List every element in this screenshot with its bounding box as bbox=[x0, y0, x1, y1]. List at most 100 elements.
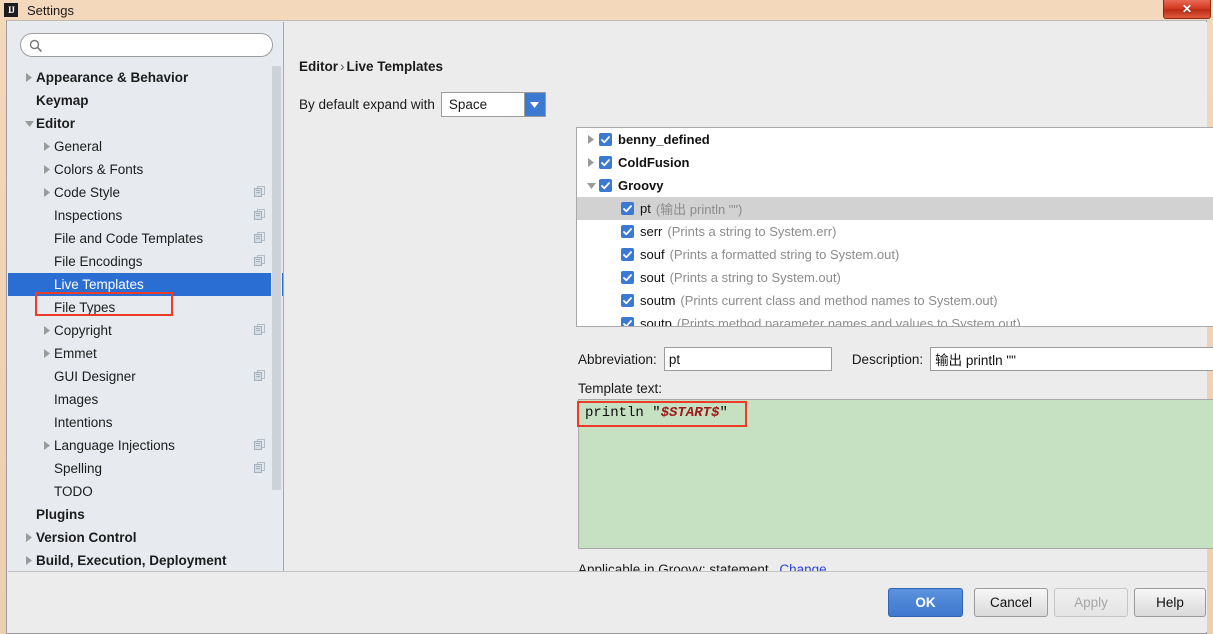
template-enabled-checkbox[interactable] bbox=[599, 133, 612, 146]
breadcrumb-separator: › bbox=[340, 59, 345, 74]
sidebar-item-file-types[interactable]: File Types bbox=[8, 296, 283, 319]
template-name: soutm bbox=[640, 293, 676, 308]
default-expand-select[interactable]: Space bbox=[440, 92, 546, 117]
apply-button: Apply bbox=[1054, 588, 1128, 617]
sidebar-item-emmet[interactable]: Emmet bbox=[8, 342, 283, 365]
template-name: benny_defined bbox=[618, 132, 710, 147]
sidebar-item-label: Images bbox=[54, 392, 99, 407]
sidebar-search[interactable] bbox=[20, 33, 273, 57]
sidebar-item-appearance-behavior[interactable]: Appearance & Behavior bbox=[8, 66, 283, 89]
search-box[interactable] bbox=[20, 33, 273, 57]
breadcrumb-leaf: Live Templates bbox=[346, 59, 444, 74]
template-row[interactable]: Groovy bbox=[577, 174, 1213, 197]
sidebar-item-file-encodings[interactable]: File Encodings bbox=[8, 250, 283, 273]
default-expand-value: Space bbox=[441, 93, 524, 116]
close-window-button[interactable]: ✕ bbox=[1163, 0, 1211, 19]
chevron-right-icon[interactable] bbox=[40, 319, 54, 342]
copy-settings-icon bbox=[254, 255, 266, 267]
template-row[interactable]: sout (Prints a string to System.out) bbox=[577, 266, 1213, 289]
template-enabled-checkbox[interactable] bbox=[621, 271, 634, 284]
sidebar-item-code-style[interactable]: Code Style bbox=[8, 181, 283, 204]
cancel-button[interactable]: Cancel bbox=[974, 588, 1048, 617]
abbreviation-label: Abbreviation: bbox=[578, 351, 657, 367]
template-row[interactable]: souf (Prints a formatted string to System… bbox=[577, 243, 1213, 266]
sidebar-scrollbar[interactable] bbox=[271, 66, 282, 572]
template-enabled-checkbox[interactable] bbox=[621, 248, 634, 261]
chevron-right-icon[interactable] bbox=[22, 526, 36, 549]
sidebar-item-label: Build, Execution, Deployment bbox=[36, 553, 227, 568]
template-row[interactable]: benny_defined bbox=[577, 128, 1213, 151]
chevron-down-icon[interactable] bbox=[22, 112, 36, 135]
settings-sidebar: Appearance & Behavior Keymap Editor General… bbox=[8, 22, 284, 572]
sidebar-item-general[interactable]: General bbox=[8, 135, 283, 158]
chevron-down-icon[interactable] bbox=[523, 93, 545, 116]
window-title: Settings bbox=[27, 2, 74, 18]
sidebar-item-copyright[interactable]: Copyright bbox=[8, 319, 283, 342]
sidebar-item-language-injections[interactable]: Language Injections bbox=[8, 434, 283, 457]
sidebar-item-gui-designer[interactable]: GUI Designer bbox=[8, 365, 283, 388]
sidebar-item-inspections[interactable]: Inspections bbox=[8, 204, 283, 227]
ok-button[interactable]: OK bbox=[888, 588, 963, 617]
templates-panel: benny_defined ColdFusion Groovy pt (输出 print… bbox=[576, 127, 1213, 327]
template-enabled-checkbox[interactable] bbox=[621, 294, 634, 307]
chevron-right-icon[interactable] bbox=[40, 434, 54, 457]
sidebar-item-colors-fonts[interactable]: Colors & Fonts bbox=[8, 158, 283, 181]
sidebar-item-label: File Encodings bbox=[54, 254, 143, 269]
sidebar-item-keymap[interactable]: Keymap bbox=[8, 89, 283, 112]
sidebar-item-version-control[interactable]: Version Control bbox=[8, 526, 283, 549]
description-input[interactable] bbox=[930, 347, 1213, 371]
template-enabled-checkbox[interactable] bbox=[621, 225, 634, 238]
default-expand-row: By default expand with Space bbox=[299, 92, 546, 117]
sidebar-item-label: Copyright bbox=[54, 323, 112, 338]
sidebar-item-spelling[interactable]: Spelling bbox=[8, 457, 283, 480]
templates-list[interactable]: benny_defined ColdFusion Groovy pt (输出 print… bbox=[576, 127, 1213, 327]
template-description: (Prints a string to System.out) bbox=[669, 270, 841, 285]
sidebar-item-label: GUI Designer bbox=[54, 369, 136, 384]
title-bar: IJ Settings ✕ bbox=[0, 0, 1213, 20]
sidebar-item-plugins[interactable]: Plugins bbox=[8, 503, 283, 526]
sidebar-scrollbar-thumb[interactable] bbox=[272, 66, 281, 490]
sidebar-item-label: Live Templates bbox=[54, 277, 144, 292]
template-enabled-checkbox[interactable] bbox=[621, 202, 634, 215]
sidebar-item-images[interactable]: Images bbox=[8, 388, 283, 411]
template-description: (Prints method parameter names and value… bbox=[676, 316, 1021, 327]
template-row[interactable]: pt (输出 println "") bbox=[577, 197, 1213, 220]
sidebar-item-live-templates[interactable]: Live Templates bbox=[8, 273, 283, 296]
template-enabled-checkbox[interactable] bbox=[599, 156, 612, 169]
chevron-right-icon[interactable] bbox=[40, 181, 54, 204]
template-enabled-checkbox[interactable] bbox=[621, 317, 634, 326]
chevron-right-icon[interactable] bbox=[22, 66, 36, 89]
copy-settings-icon bbox=[254, 209, 266, 221]
chevron-right-icon[interactable] bbox=[40, 158, 54, 181]
chevron-right-icon[interactable] bbox=[583, 151, 599, 174]
sidebar-item-file-and-code-templates[interactable]: File and Code Templates bbox=[8, 227, 283, 250]
sidebar-item-build-execution-deployment[interactable]: Build, Execution, Deployment bbox=[8, 549, 283, 572]
sidebar-item-label: General bbox=[54, 139, 103, 154]
template-name: Groovy bbox=[618, 178, 664, 193]
chevron-right-icon[interactable] bbox=[40, 342, 54, 365]
template-name: serr bbox=[640, 224, 663, 239]
template-row[interactable]: serr (Prints a string to System.err) bbox=[577, 220, 1213, 243]
settings-dialog: Appearance & Behavior Keymap Editor General… bbox=[6, 20, 1213, 634]
template-row[interactable]: soutm (Prints current class and method na… bbox=[577, 289, 1213, 312]
breadcrumb-root: Editor bbox=[299, 59, 338, 74]
sidebar-item-intentions[interactable]: Intentions bbox=[8, 411, 283, 434]
sidebar-item-editor[interactable]: Editor bbox=[8, 112, 283, 135]
template-row[interactable]: soutp (Prints method parameter names and … bbox=[577, 312, 1213, 327]
chevron-right-icon[interactable] bbox=[22, 549, 36, 572]
search-input[interactable] bbox=[46, 37, 272, 53]
abbreviation-description-row: Abbreviation: Description: bbox=[578, 347, 1213, 371]
chevron-right-icon[interactable] bbox=[583, 128, 599, 151]
template-text-editor[interactable]: println "$START$" bbox=[578, 399, 1213, 549]
copy-settings-icon bbox=[254, 370, 266, 382]
chevron-right-icon[interactable] bbox=[40, 135, 54, 158]
sidebar-item-todo[interactable]: TODO bbox=[8, 480, 283, 503]
search-icon bbox=[24, 39, 46, 52]
template-name: ColdFusion bbox=[618, 155, 690, 170]
chevron-down-icon[interactable] bbox=[583, 174, 599, 197]
abbreviation-input[interactable] bbox=[663, 347, 832, 371]
template-enabled-checkbox[interactable] bbox=[599, 179, 612, 192]
help-button[interactable]: Help bbox=[1134, 588, 1206, 617]
template-row[interactable]: ColdFusion bbox=[577, 151, 1213, 174]
sidebar-item-label: TODO bbox=[54, 484, 93, 499]
